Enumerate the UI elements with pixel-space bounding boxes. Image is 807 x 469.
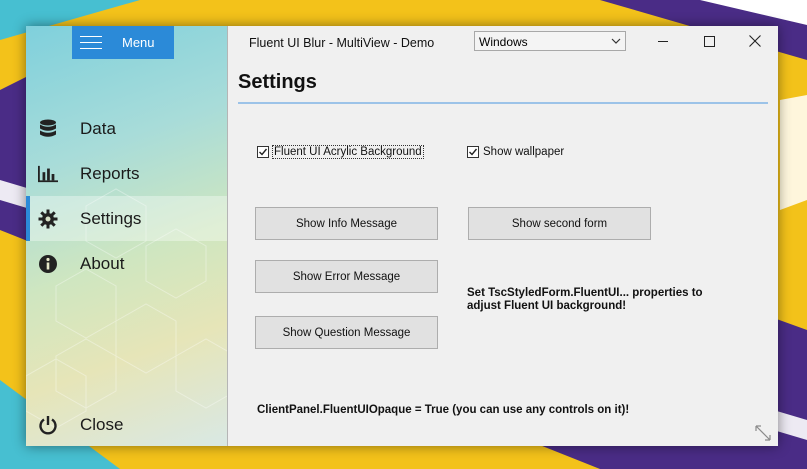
maximize-button[interactable] [686,26,732,56]
fluent-ui-hint: Set TscStyledForm.FluentUI... properties… [467,287,703,313]
close-icon [749,35,761,47]
hint-line-2: adjust Fluent UI background! [467,300,627,312]
show-question-message-button[interactable]: Show Question Message [255,316,438,349]
checkbox-label: Fluent UI Acrylic Background [272,145,424,159]
show-info-message-button[interactable]: Show Info Message [255,207,438,240]
close-label: Close [80,414,124,434]
checkbox-label: Show wallpaper [483,146,565,158]
sidebar-item-label: Settings [80,208,142,228]
gear-icon [38,209,58,229]
style-combobox-value: Windows [479,35,528,49]
resize-grip-icon[interactable] [754,424,772,442]
minimize-button[interactable] [640,26,686,56]
hamburger-icon [80,36,102,49]
show-second-form-button[interactable]: Show second form [468,207,651,240]
title-divider [238,102,768,104]
title-bar: Fluent UI Blur - MultiView - Demo Window… [228,26,778,58]
sidebar-item-label: About [80,253,125,273]
style-combobox[interactable]: Windows [474,31,626,51]
menu-label: Menu [122,35,155,50]
sidebar-item-about[interactable]: About [26,241,227,286]
footer-note: ClientPanel.FluentUIOpaque = True (you c… [257,404,630,416]
sidebar: Menu Data Reports Settings About Close [26,26,228,446]
database-icon [38,119,58,139]
app-window: Menu Data Reports Settings About Close F… [26,26,778,446]
sidebar-item-label: Reports [80,163,140,183]
window-close-button[interactable] [732,26,778,56]
menu-button[interactable]: Menu [72,26,174,59]
acrylic-background-checkbox[interactable]: Fluent UI Acrylic Background [257,145,424,159]
sidebar-item-label: Data [80,118,116,138]
client-panel: Fluent UI Blur - MultiView - Demo Window… [228,26,778,446]
sidebar-item-settings[interactable]: Settings [26,196,227,241]
window-title: Fluent UI Blur - MultiView - Demo [249,36,435,50]
sidebar-item-data[interactable]: Data [26,106,227,151]
checkmark-icon [469,148,478,156]
checkbox-box [257,146,269,158]
maximize-icon [703,35,715,47]
minimize-icon [658,41,668,42]
checkmark-icon [259,148,268,156]
close-button[interactable]: Close [26,402,227,446]
chevron-down-icon [611,38,621,44]
info-icon [38,254,58,274]
hint-line-1: Set TscStyledForm.FluentUI... properties… [467,287,703,299]
page-title: Settings [238,71,317,93]
power-icon [38,415,58,435]
show-wallpaper-checkbox[interactable]: Show wallpaper [467,146,564,158]
checkbox-box [467,146,479,158]
sidebar-item-reports[interactable]: Reports [26,151,227,196]
show-error-message-button[interactable]: Show Error Message [255,260,438,293]
bar-chart-icon [38,164,58,184]
